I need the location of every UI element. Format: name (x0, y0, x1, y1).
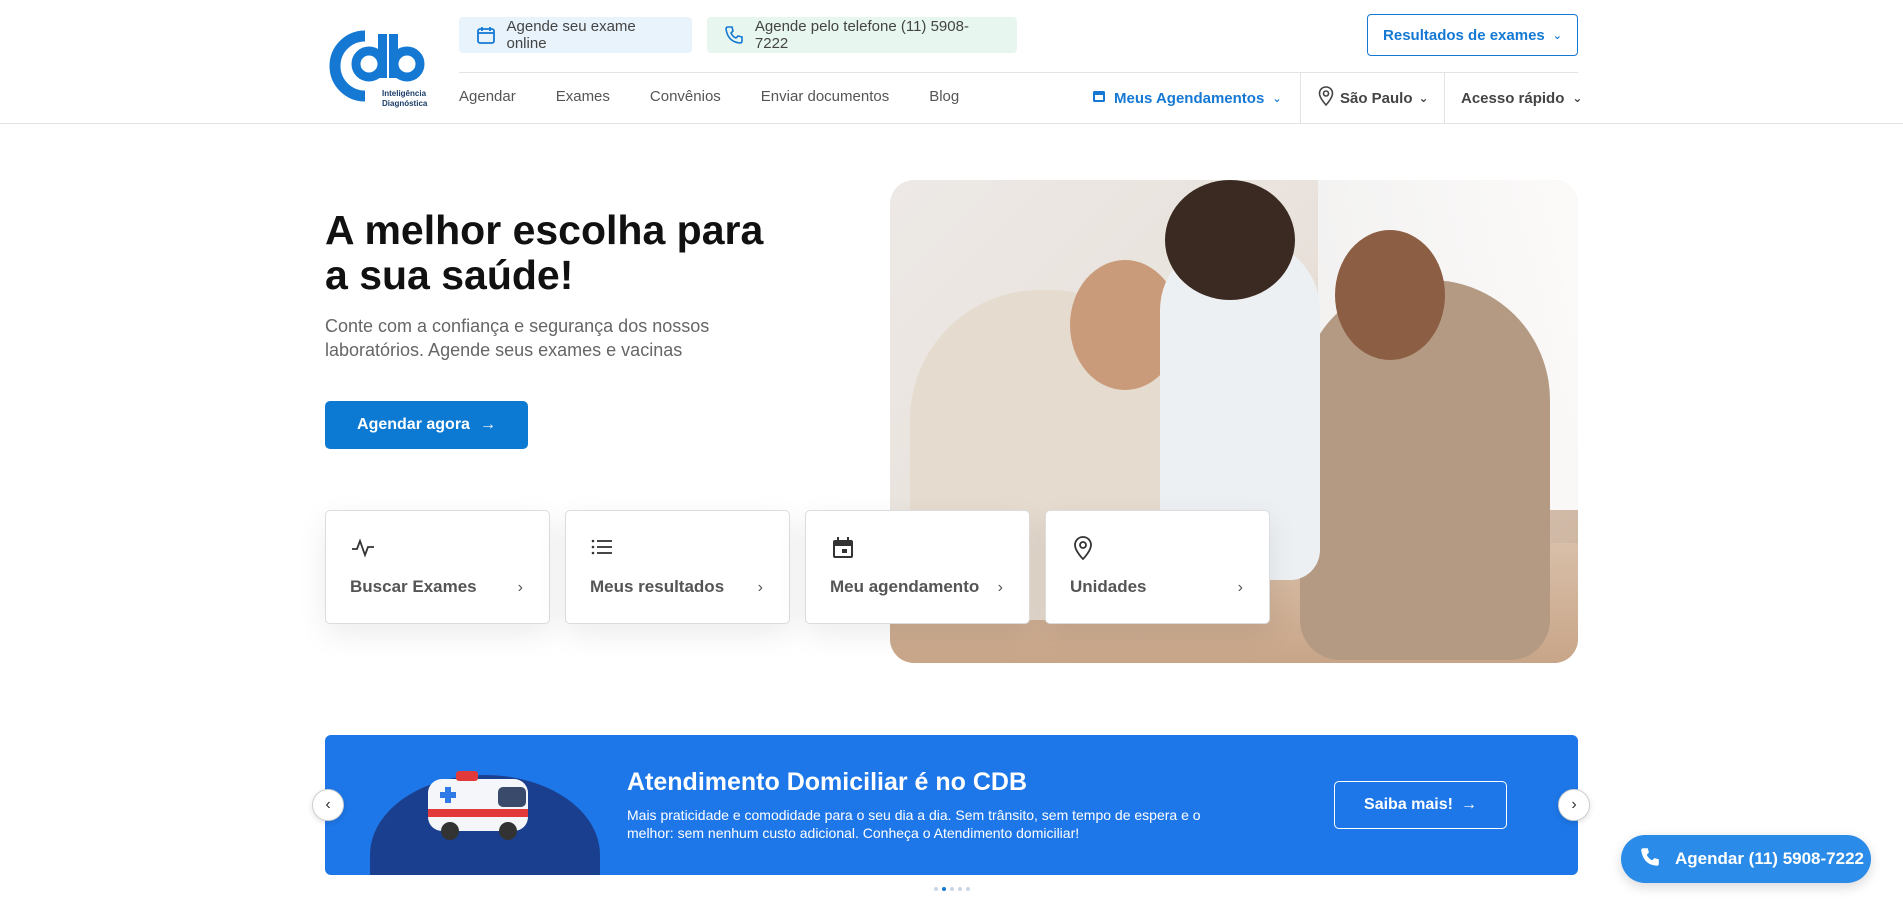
chevron-down-icon: ⌄ (1552, 29, 1562, 42)
photo-child-hair (1165, 180, 1295, 300)
carousel-dot[interactable] (934, 887, 938, 891)
nav-item-exames[interactable]: Exames (556, 88, 610, 105)
schedule-online-label: Agende seu exame online (506, 18, 636, 52)
location-label: São Paulo (1340, 89, 1413, 107)
chevron-down-icon: ⌄ (1572, 91, 1583, 105)
banner-text: Mais praticidade e comodidade para o seu… (627, 807, 1201, 841)
calendar-icon (475, 24, 497, 46)
card-label: Meus resultados (590, 577, 725, 596)
learn-more-button[interactable]: Saiba mais! → (1334, 781, 1507, 829)
nav-separator (1300, 73, 1301, 123)
phone-icon (1639, 846, 1661, 873)
list-icon (591, 539, 612, 555)
logo-tagline-line2: Diagnóstica (382, 99, 428, 108)
activity-icon (352, 538, 374, 558)
arrow-right-icon: → (1460, 796, 1477, 813)
carousel-pagination (934, 887, 970, 891)
schedule-phone-chip[interactable]: Agende pelo telefone (11) 5908-7222 (707, 17, 1017, 53)
chevron-down-icon: ⌄ (1418, 91, 1429, 105)
chevron-right-icon: › (757, 579, 763, 596)
my-appointments-dropdown[interactable]: Meus Agendamentos ⌄ (1092, 73, 1282, 123)
phone-icon (723, 24, 745, 46)
chevron-right-icon: › (517, 579, 523, 596)
schedule-online-chip[interactable]: Agende seu exame online (459, 17, 692, 53)
chevron-right-icon: › (997, 579, 1003, 596)
ambulance-icon (428, 771, 528, 840)
arrow-right-icon: → (479, 416, 496, 433)
photo-woman-head (1335, 230, 1445, 360)
card-label: Buscar Exames (350, 577, 477, 596)
hero-subtitle: Conte com a confiança e segurança dos no… (325, 316, 710, 360)
carousel-dot[interactable] (958, 887, 962, 891)
carousel-prev-button[interactable]: ‹ (312, 789, 344, 821)
exam-results-button[interactable]: Resultados de exames ⌄ (1367, 14, 1578, 56)
calendar-icon (1092, 89, 1106, 107)
nav-item-agendar[interactable]: Agendar (459, 88, 516, 105)
quick-access-label: Acesso rápido (1461, 89, 1565, 107)
main-nav: Agendar Exames Convênios Enviar document… (459, 88, 959, 105)
carousel-dot[interactable] (966, 887, 970, 891)
banner-title: Atendimento Domiciliar é no CDB (627, 768, 1028, 796)
home-care-banner: Atendimento Domiciliar é no CDB Mais pra… (325, 735, 1578, 875)
chevron-left-icon: ‹ (325, 796, 331, 813)
location-selector[interactable]: São Paulo ⌄ (1318, 73, 1429, 123)
learn-more-label: Saiba mais! (1364, 796, 1453, 813)
carousel-dot-active[interactable] (942, 887, 946, 891)
carousel-dot[interactable] (950, 887, 954, 891)
nav-item-enviar-documentos[interactable]: Enviar documentos (761, 88, 889, 105)
chevron-right-icon: › (1571, 796, 1577, 813)
schedule-phone-label: Agende pelo telefone (11) 5908-7222 (754, 18, 969, 52)
exam-results-label: Resultados de exames (1383, 26, 1545, 44)
schedule-now-label: Agendar agora (357, 416, 470, 433)
logo-tagline: Inteligência Diagnóstica (382, 89, 427, 109)
hero-title: A melhor escolha para a sua saúde! (325, 207, 764, 298)
location-pin-icon (1074, 536, 1092, 561)
nav-item-blog[interactable]: Blog (929, 88, 959, 105)
card-meus-resultados[interactable]: Meus resultados › (565, 510, 790, 624)
logo-tagline-line1: Inteligência (382, 89, 427, 98)
floating-call-label: Agendar (11) 5908-7222 (1675, 849, 1864, 868)
quick-access-dropdown[interactable]: Acesso rápido ⌄ (1461, 73, 1582, 123)
card-label: Meu agendamento (830, 577, 980, 596)
chevron-right-icon: › (1237, 579, 1243, 596)
card-unidades[interactable]: Unidades › (1045, 510, 1270, 624)
floating-call-button[interactable]: Agendar (11) 5908-7222 (1621, 835, 1871, 883)
chevron-down-icon: ⌄ (1272, 92, 1282, 105)
carousel-next-button[interactable]: › (1558, 789, 1590, 821)
nav-item-convenios[interactable]: Convênios (650, 88, 721, 105)
card-meu-agendamento[interactable]: Meu agendamento › (805, 510, 1030, 624)
card-label: Unidades (1070, 577, 1147, 596)
card-buscar-exames[interactable]: Buscar Exames › (325, 510, 550, 624)
nav-separator (1444, 73, 1445, 123)
schedule-now-button[interactable]: Agendar agora → (325, 401, 528, 449)
calendar-icon (833, 537, 853, 558)
site-header: Inteligência Diagnóstica Agende seu exam… (0, 0, 1903, 124)
location-pin-icon (1318, 86, 1334, 110)
my-appointments-label: Meus Agendamentos (1114, 89, 1265, 107)
